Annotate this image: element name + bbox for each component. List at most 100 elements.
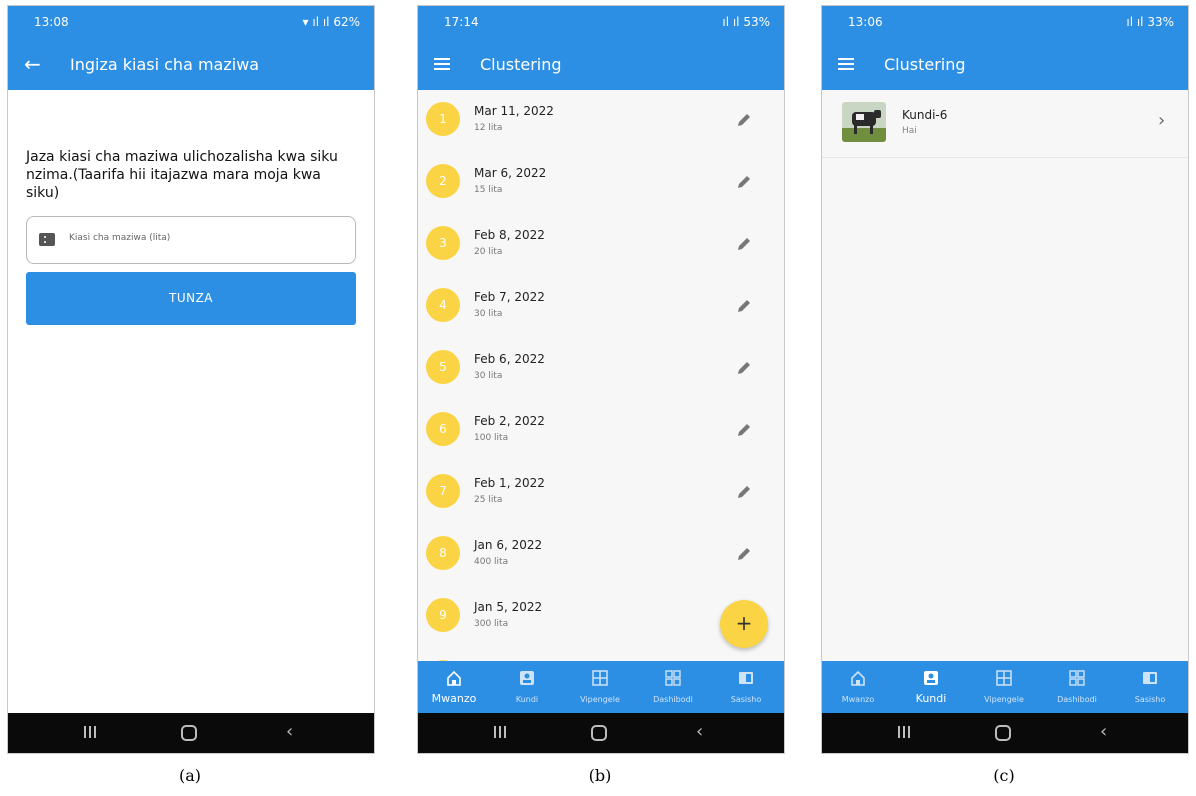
record-date: Feb 6, 2022: [474, 352, 545, 366]
record-quantity: 30 lita: [474, 309, 503, 319]
caption-b: (b): [588, 766, 612, 785]
home-icon: [851, 670, 865, 686]
edit-pencil-icon[interactable]: [736, 422, 752, 438]
record-list-item[interactable]: 2 Mar 6, 2022 15 lita: [418, 152, 784, 214]
nav-label: Mwanzo: [431, 692, 477, 705]
record-list-item[interactable]: 7 Feb 1, 2022 25 lita: [418, 462, 784, 524]
back-icon[interactable]: ‹: [1100, 721, 1107, 742]
contact-card-icon: [924, 671, 938, 685]
app-bar-title: Clustering: [884, 55, 966, 74]
status-time: 13:08: [34, 15, 69, 29]
home-button-icon[interactable]: [995, 725, 1011, 741]
nav-label: Sasisho: [1134, 695, 1166, 704]
nav-label: Dashibodi: [653, 695, 693, 704]
edit-pencil-icon[interactable]: [736, 174, 752, 190]
record-number-badge: 3: [426, 226, 460, 260]
nav-item-mwanzo[interactable]: Mwanzo: [418, 661, 490, 713]
nav-item-sasisho[interactable]: Sasisho: [1114, 661, 1186, 713]
record-number-badge: 4: [426, 288, 460, 322]
record-date: Jan 6, 2022: [474, 538, 543, 552]
app-bar: Clustering: [822, 39, 1188, 90]
phone-screen-b: 17:14 ıl ıl 53% Clustering 1 Mar 11, 2022…: [417, 5, 785, 754]
record-number-badge: 9: [426, 598, 460, 632]
menu-icon[interactable]: [838, 56, 854, 72]
record-date: Feb 2, 2022: [474, 414, 545, 428]
caption-a: (a): [178, 766, 202, 785]
recents-icon[interactable]: [493, 725, 507, 739]
status-bar: 17:14 ıl ıl 53%: [418, 6, 784, 39]
cluster-status: Hai: [902, 126, 917, 136]
nav-item-dashibodi[interactable]: Dashibodi: [1041, 661, 1113, 713]
record-number-badge: 6: [426, 412, 460, 446]
edit-pencil-icon[interactable]: [736, 112, 752, 128]
record-list-item[interactable]: 4 Feb 7, 2022 30 lita: [418, 276, 784, 338]
nav-item-sasisho[interactable]: Sasisho: [710, 661, 782, 713]
status-battery: ıl ıl 53%: [722, 15, 770, 29]
bottom-nav: Mwanzo Kundi Vipengele Dashibodi Sasisho: [822, 661, 1188, 713]
record-quantity: 25 lita: [474, 495, 503, 505]
back-icon[interactable]: ‹: [696, 721, 703, 742]
nav-label: Dashibodi: [1057, 695, 1097, 704]
system-nav-bar: ‹: [418, 713, 784, 753]
edit-pencil-icon[interactable]: [736, 484, 752, 500]
home-icon: [447, 670, 461, 686]
system-nav-bar: ‹: [822, 713, 1188, 753]
home-button-icon[interactable]: [591, 725, 607, 741]
record-number-badge: 2: [426, 164, 460, 198]
nav-item-kundi[interactable]: Kundi: [895, 661, 967, 713]
status-battery: ▾ ıl ıl 62%: [302, 15, 360, 29]
edit-pencil-icon[interactable]: [736, 360, 752, 376]
nav-item-mwanzo[interactable]: Mwanzo: [822, 661, 894, 713]
record-date: Feb 7, 2022: [474, 290, 545, 304]
edit-pencil-icon[interactable]: [736, 546, 752, 562]
edit-pencil-icon[interactable]: [736, 298, 752, 314]
update-icon: [739, 672, 753, 684]
nav-label: Vipengele: [580, 695, 620, 704]
record-quantity: 30 lita: [474, 371, 503, 381]
record-list-item[interactable]: 3 Feb 8, 2022 20 lita: [418, 214, 784, 276]
nav-label: Kundi: [515, 695, 539, 704]
record-list-item[interactable]: 5 Feb 6, 2022 30 lita: [418, 338, 784, 400]
save-button[interactable]: TUNZA: [26, 272, 356, 325]
dashboard-icon: [665, 670, 681, 686]
nav-item-vipengele[interactable]: Vipengele: [564, 661, 636, 713]
add-record-button[interactable]: +: [720, 600, 768, 648]
system-nav-bar: ‹: [8, 713, 374, 753]
update-icon: [1143, 672, 1157, 684]
record-number-badge: 8: [426, 536, 460, 570]
app-bar-title: Clustering: [480, 55, 562, 74]
nav-label: Kundi: [915, 692, 947, 705]
record-quantity: 400 lita: [474, 557, 509, 567]
nav-item-vipengele[interactable]: Vipengele: [968, 661, 1040, 713]
record-date: Mar 11, 2022: [474, 104, 554, 118]
contact-card-icon: [520, 671, 534, 685]
cluster-list-item[interactable]: Kundi-6 Hai ›: [822, 90, 1188, 158]
menu-icon[interactable]: [434, 56, 450, 72]
milk-quantity-input[interactable]: Kiasi cha maziwa (lita): [26, 216, 356, 264]
nav-item-kundi[interactable]: Kundi: [491, 661, 563, 713]
dashboard-icon: [1069, 670, 1085, 686]
status-time: 13:06: [848, 15, 883, 29]
record-quantity: 300 lita: [474, 619, 509, 629]
status-bar: 13:08 ▾ ıl ıl 62%: [8, 6, 374, 39]
recents-icon[interactable]: [897, 725, 911, 739]
record-list-item[interactable]: 6 Feb 2, 2022 100 lita: [418, 400, 784, 462]
record-quantity: 12 lita: [474, 123, 503, 133]
back-icon[interactable]: ‹: [286, 721, 293, 742]
back-arrow-icon[interactable]: ←: [24, 52, 41, 76]
record-list-item[interactable]: 1 Mar 11, 2022 12 lita: [418, 90, 784, 152]
phone-screen-a: 13:08 ▾ ıl ıl 62% ← Ingiza kiasi cha maz…: [7, 5, 375, 754]
home-button-icon[interactable]: [181, 725, 197, 741]
record-number-badge: 5: [426, 350, 460, 384]
phone-screen-c: 13:06 ıl ıl 33% Clustering Kundi-6 Hai ›…: [821, 5, 1189, 754]
grid-icon: [592, 670, 608, 686]
record-list-item[interactable]: 8 Jan 6, 2022 400 lita: [418, 524, 784, 586]
input-placeholder: Kiasi cha maziwa (lita): [69, 233, 171, 243]
nav-item-dashibodi[interactable]: Dashibodi: [637, 661, 709, 713]
edit-pencil-icon[interactable]: [736, 236, 752, 252]
record-number-badge: 1: [426, 102, 460, 136]
record-date: Feb 8, 2022: [474, 228, 545, 242]
nav-label: Mwanzo: [841, 695, 875, 704]
bottom-nav: Mwanzo Kundi Vipengele Dashibodi Sasisho: [418, 661, 784, 713]
recents-icon[interactable]: [83, 725, 97, 739]
